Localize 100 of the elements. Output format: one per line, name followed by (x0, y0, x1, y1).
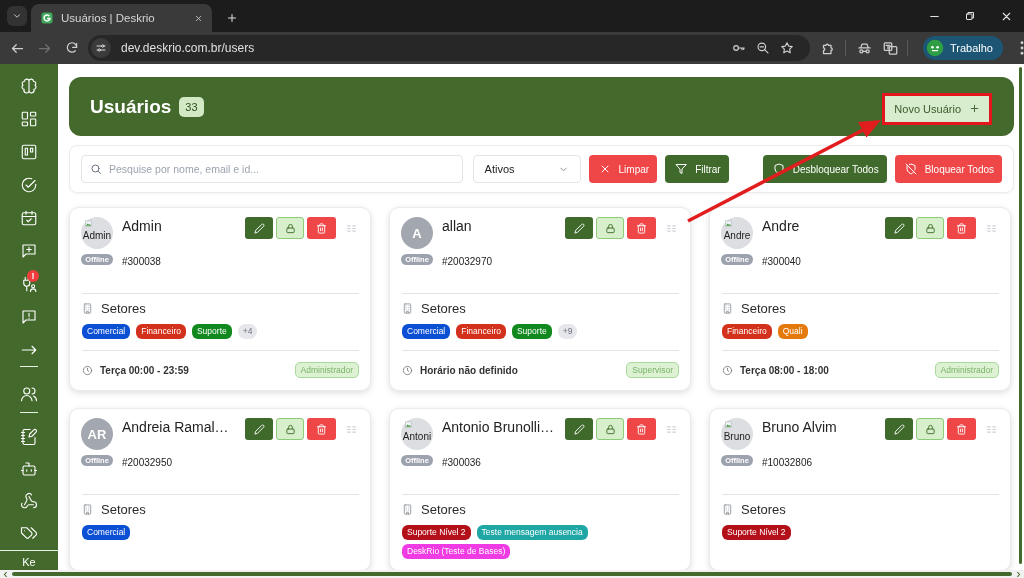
lock-icon (284, 423, 296, 435)
incognito-icon[interactable] (857, 40, 872, 56)
trash-icon (636, 222, 647, 234)
building-icon (402, 504, 413, 515)
lock-button[interactable] (596, 418, 624, 440)
broken-image-icon (405, 421, 412, 428)
new-user-button[interactable]: Novo Usuário (885, 95, 989, 122)
delete-button[interactable] (947, 217, 976, 239)
lock-icon (604, 222, 616, 234)
delete-button[interactable] (307, 418, 336, 440)
sector-tag: Suporte (191, 324, 232, 339)
notebook-pen-icon[interactable] (20, 428, 38, 446)
search-icon (90, 163, 102, 175)
new-tab-icon[interactable] (226, 12, 238, 24)
pencil-icon (573, 423, 585, 435)
trash-icon (956, 222, 967, 234)
building-icon (722, 303, 733, 314)
lock-button[interactable] (916, 217, 944, 239)
user-id: #300040 (762, 256, 801, 267)
pencil-icon (573, 222, 585, 234)
scroll-left-icon[interactable] (2, 570, 9, 578)
address-bar[interactable]: dev.deskrio.com.br/users (88, 35, 810, 61)
sector-tag: Quali (777, 324, 808, 339)
edit-button[interactable] (565, 217, 593, 239)
reload-icon[interactable] (64, 41, 79, 55)
edit-button[interactable] (245, 217, 273, 239)
avatar-initials: AR (81, 418, 113, 450)
role-badge: Administrador (294, 362, 359, 378)
drag-handle-icon[interactable] (347, 225, 356, 232)
user-name: Andre (762, 217, 800, 235)
bookmark-star-icon[interactable] (780, 41, 794, 55)
sector-tag: Teste mensagem ausencia (476, 525, 588, 540)
dashboard-icon[interactable] (20, 109, 38, 128)
filter-button[interactable]: Filtrar (665, 155, 729, 183)
edit-button[interactable] (885, 217, 913, 239)
sectors-label: Setores (101, 502, 146, 517)
webhook-icon[interactable] (20, 492, 38, 510)
broken-image-icon (725, 421, 732, 428)
edit-button[interactable] (565, 418, 593, 440)
lock-icon (604, 423, 616, 435)
browser-tab[interactable]: Usuários | Deskrio (31, 4, 212, 32)
more-count-tag: +4 (237, 324, 258, 339)
sector-tag: Suporte Nível 2 (722, 525, 791, 540)
delete-button[interactable] (627, 217, 656, 239)
message-plus-icon[interactable] (20, 241, 38, 260)
edit-button[interactable] (885, 418, 913, 440)
lock-icon (924, 423, 936, 435)
profile-button[interactable]: Trabalho (923, 36, 1003, 60)
sector-tag: Suporte Nível 2 (402, 525, 471, 540)
sectors-label: Setores (421, 502, 466, 517)
plug-user-icon[interactable] (20, 274, 38, 293)
bot-icon[interactable] (20, 460, 38, 478)
calendar-check-icon[interactable] (20, 208, 38, 227)
message-alert-icon[interactable] (20, 307, 38, 326)
drag-handle-icon[interactable] (987, 426, 996, 433)
lock-button[interactable] (596, 217, 624, 239)
scrollbar-thumb[interactable] (12, 572, 1012, 576)
shield-off-icon (904, 163, 917, 175)
delete-button[interactable] (947, 418, 976, 440)
clear-button[interactable]: Limpar (588, 155, 658, 183)
trash-icon (316, 222, 327, 234)
lock-button[interactable] (276, 418, 304, 440)
building-icon (722, 504, 733, 515)
sector-tag: Financeiro (456, 324, 506, 339)
lock-button[interactable] (916, 418, 944, 440)
search-field[interactable]: Pesquise por nome, email e id... (81, 155, 463, 183)
check-circle-icon[interactable] (20, 175, 38, 194)
users-icon[interactable] (20, 384, 38, 403)
more-menu-icon[interactable] (1020, 41, 1024, 55)
zoom-icon[interactable] (756, 41, 770, 55)
avatar-initials: A (401, 217, 433, 249)
tab-close-icon[interactable] (194, 13, 203, 23)
block-all-button[interactable]: Bloquear Todos (894, 155, 1002, 183)
delete-button[interactable] (627, 418, 656, 440)
brain-icon[interactable] (20, 76, 38, 95)
lock-button[interactable] (276, 217, 304, 239)
scroll-right-icon[interactable] (1015, 570, 1022, 578)
delete-button[interactable] (307, 217, 336, 239)
status-select[interactable]: Ativos (472, 155, 581, 183)
restore-icon[interactable] (964, 10, 976, 22)
drag-handle-icon[interactable] (667, 426, 676, 433)
site-settings-icon[interactable] (91, 38, 111, 58)
tab-search-button[interactable] (7, 6, 27, 26)
unblock-all-button[interactable]: Desbloquear Todos (762, 155, 887, 183)
building-icon (82, 303, 93, 314)
scrollbar-thumb[interactable] (1018, 67, 1022, 564)
kanban-icon[interactable] (20, 142, 38, 161)
tags-icon[interactable] (20, 524, 38, 542)
user-id: #300036 (442, 457, 481, 468)
sector-tag: Financeiro (136, 324, 186, 339)
sidebar-footer-label: Ke (22, 556, 36, 568)
user-id: #300038 (122, 256, 161, 267)
url-text: dev.deskrio.com.br/users (121, 41, 256, 55)
edit-button[interactable] (245, 418, 273, 440)
more-count-tag: +9 (557, 324, 578, 339)
drag-handle-icon[interactable] (347, 426, 356, 433)
translate-icon[interactable] (883, 40, 898, 56)
drag-handle-icon[interactable] (987, 225, 996, 232)
drag-handle-icon[interactable] (667, 225, 676, 232)
user-id: #10032806 (762, 457, 813, 468)
